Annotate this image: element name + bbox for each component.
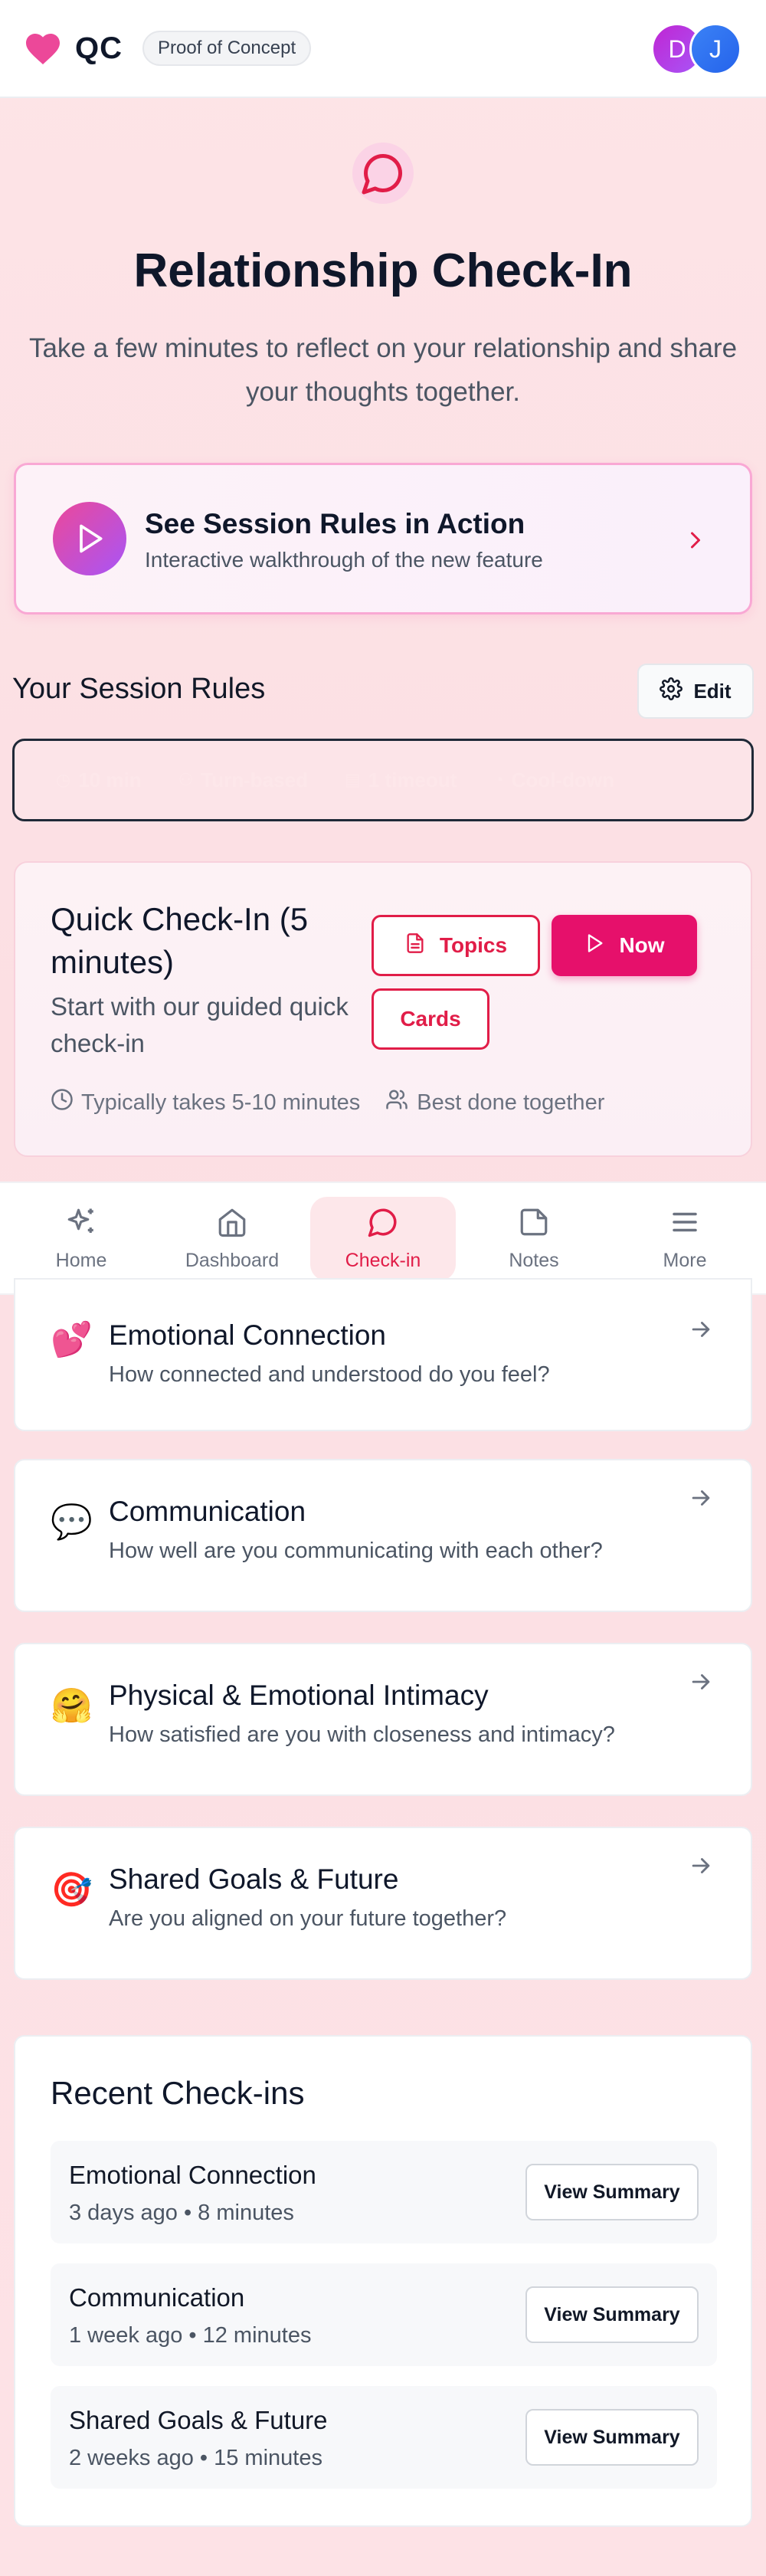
heart-logo-icon[interactable] [23,28,63,68]
speech-bubble-icon: 💬 [51,1503,93,1541]
session-rules-demo-card[interactable]: See Session Rules in Action Interactive … [14,463,752,615]
topic-card-communication[interactable]: 💬 Communication How well are you communi… [14,1459,752,1612]
arrow-right-icon [688,1316,714,1342]
recent-checkin-name: Emotional Connection [69,2161,316,2189]
duration-info: Typically takes 5-10 minutes [51,1088,360,1117]
recent-checkins-heading: Recent Check-ins [51,2075,305,2111]
target-icon: 🎯 [51,1871,93,1909]
topics-button[interactable]: Topics [372,915,540,976]
rule-chip-timeout: ▤ 1 timeout [345,769,457,792]
page-title: Relationship Check-In [133,244,633,297]
topic-card-emotional-connection[interactable]: 💕 Emotional Connection How connected and… [14,1278,752,1431]
clock-icon [51,1088,74,1117]
nav-more[interactable]: More [612,1197,758,1281]
nav-more-label: More [663,1250,707,1271]
nav-home[interactable]: Home [8,1197,154,1281]
poc-badge: Proof of Concept [142,31,312,66]
clock-icon: ◷ [56,770,71,789]
chat-bubble-icon [352,143,414,204]
rule-chip-turns: ⚇ Turn-based [178,769,308,792]
view-summary-button[interactable]: View Summary [525,2286,699,2343]
home-icon [216,1206,248,1244]
demo-card-title: See Session Rules in Action [145,508,525,539]
document-icon [404,932,426,960]
together-text: Best done together [417,1090,605,1115]
note-icon [518,1206,550,1244]
quick-checkin-meta: Typically takes 5-10 minutes Best done t… [51,1088,604,1117]
avatar-group[interactable]: D J [651,23,743,75]
topic-card-intimacy[interactable]: 🤗 Physical & Emotional Intimacy How sati… [14,1643,752,1796]
quick-checkin-title: Quick Check-In (5 minutes) [51,901,309,980]
cards-button[interactable]: Cards [372,988,489,1050]
edit-rules-button[interactable]: Edit [637,664,754,719]
hearts-icon: 💕 [51,1321,93,1358]
recent-checkin-meta: 2 weeks ago • 15 minutes [69,2446,322,2470]
quick-checkin-card: Quick Check-In (5 minutes) Start with ou… [14,861,752,1157]
play-icon [53,502,126,575]
session-rules-heading: Your Session Rules [12,673,266,705]
topic-card-shared-goals[interactable]: 🎯 Shared Goals & Future Are you aligned … [14,1827,752,1980]
topic-title: Emotional Connection [109,1319,386,1351]
edit-label: Edit [693,679,732,703]
chat-icon [367,1206,399,1244]
topic-subtitle: How well are you communicating with each… [109,1539,603,1563]
arrow-right-icon [688,1669,714,1695]
rule-chip-time: ◷ 10 min [56,769,142,792]
sparkles-icon [65,1206,97,1244]
calendar-icon: ▤ [344,770,361,789]
recent-checkin-name: Shared Goals & Future [69,2406,328,2434]
nav-home-label: Home [55,1250,107,1271]
together-info: Best done together [385,1088,604,1117]
brand-name[interactable]: QC [75,31,123,66]
now-label: Now [619,933,665,957]
rule-chip-cooldown: ◔ Cool-down [493,769,614,792]
rule-chip-label: Turn-based [201,768,308,791]
gear-icon [660,677,683,706]
hugging-face-icon: 🤗 [51,1687,93,1725]
recent-checkin-meta: 3 days ago • 8 minutes [69,2201,294,2225]
nav-checkin-label: Check-in [345,1250,421,1271]
duration-text: Typically takes 5-10 minutes [81,1090,361,1115]
arrow-right-icon [688,1485,714,1511]
nav-dashboard[interactable]: Dashboard [159,1197,305,1281]
nav-notes-label: Notes [509,1250,559,1271]
arrow-right-icon [688,1853,714,1879]
timer-icon: ◔ [493,770,504,789]
topic-subtitle: How satisfied are you with closeness and… [109,1722,615,1747]
nav-dashboard-label: Dashboard [185,1250,280,1271]
menu-icon [669,1206,701,1244]
avatar-j[interactable]: J [689,23,741,75]
quick-checkin-subtitle: Start with our guided quick check-in [51,992,349,1057]
demo-card-subtitle: Interactive walkthrough of the new featu… [145,548,543,572]
nav-checkin[interactable]: Check-in [310,1197,456,1281]
topic-title: Communication [109,1496,306,1527]
recent-checkin-row: Communication 1 week ago • 12 minutes Vi… [51,2263,717,2366]
topics-label: Topics [439,933,508,957]
recent-checkin-name: Communication [69,2283,245,2312]
rule-chip-label: 10 min [78,768,142,791]
start-now-button[interactable]: Now [552,915,697,976]
recent-checkins-card: Recent Check-ins Emotional Connection 3 … [14,2035,752,2527]
topic-title: Physical & Emotional Intimacy [109,1680,489,1711]
topic-title: Shared Goals & Future [109,1863,399,1895]
rule-chip-label: Cool-down [511,768,614,791]
session-rules-bar[interactable]: ◷ 10 min ⚇ Turn-based ▤ 1 timeout ◔ Cool-dow… [12,739,754,821]
users-icon [385,1088,409,1117]
view-summary-button[interactable]: View Summary [525,2164,699,2220]
users-icon: ⚇ [178,770,194,789]
play-icon [584,932,605,959]
recent-checkin-row: Emotional Connection 3 days ago • 8 minu… [51,2141,717,2243]
view-summary-button[interactable]: View Summary [525,2409,699,2466]
topic-subtitle: Are you aligned on your future together? [109,1906,507,1931]
rule-chip-label: 1 timeout [368,768,457,791]
chevron-right-icon [684,526,707,554]
topic-subtitle: How connected and understood do you feel… [109,1362,550,1387]
app-header: QC Proof of Concept D J [0,0,766,98]
recent-checkin-row: Shared Goals & Future 2 weeks ago • 15 m… [51,2386,717,2489]
page-subtitle: Take a few minutes to reflect on your re… [28,333,738,407]
nav-notes[interactable]: Notes [461,1197,607,1281]
recent-checkin-meta: 1 week ago • 12 minutes [69,2323,312,2348]
